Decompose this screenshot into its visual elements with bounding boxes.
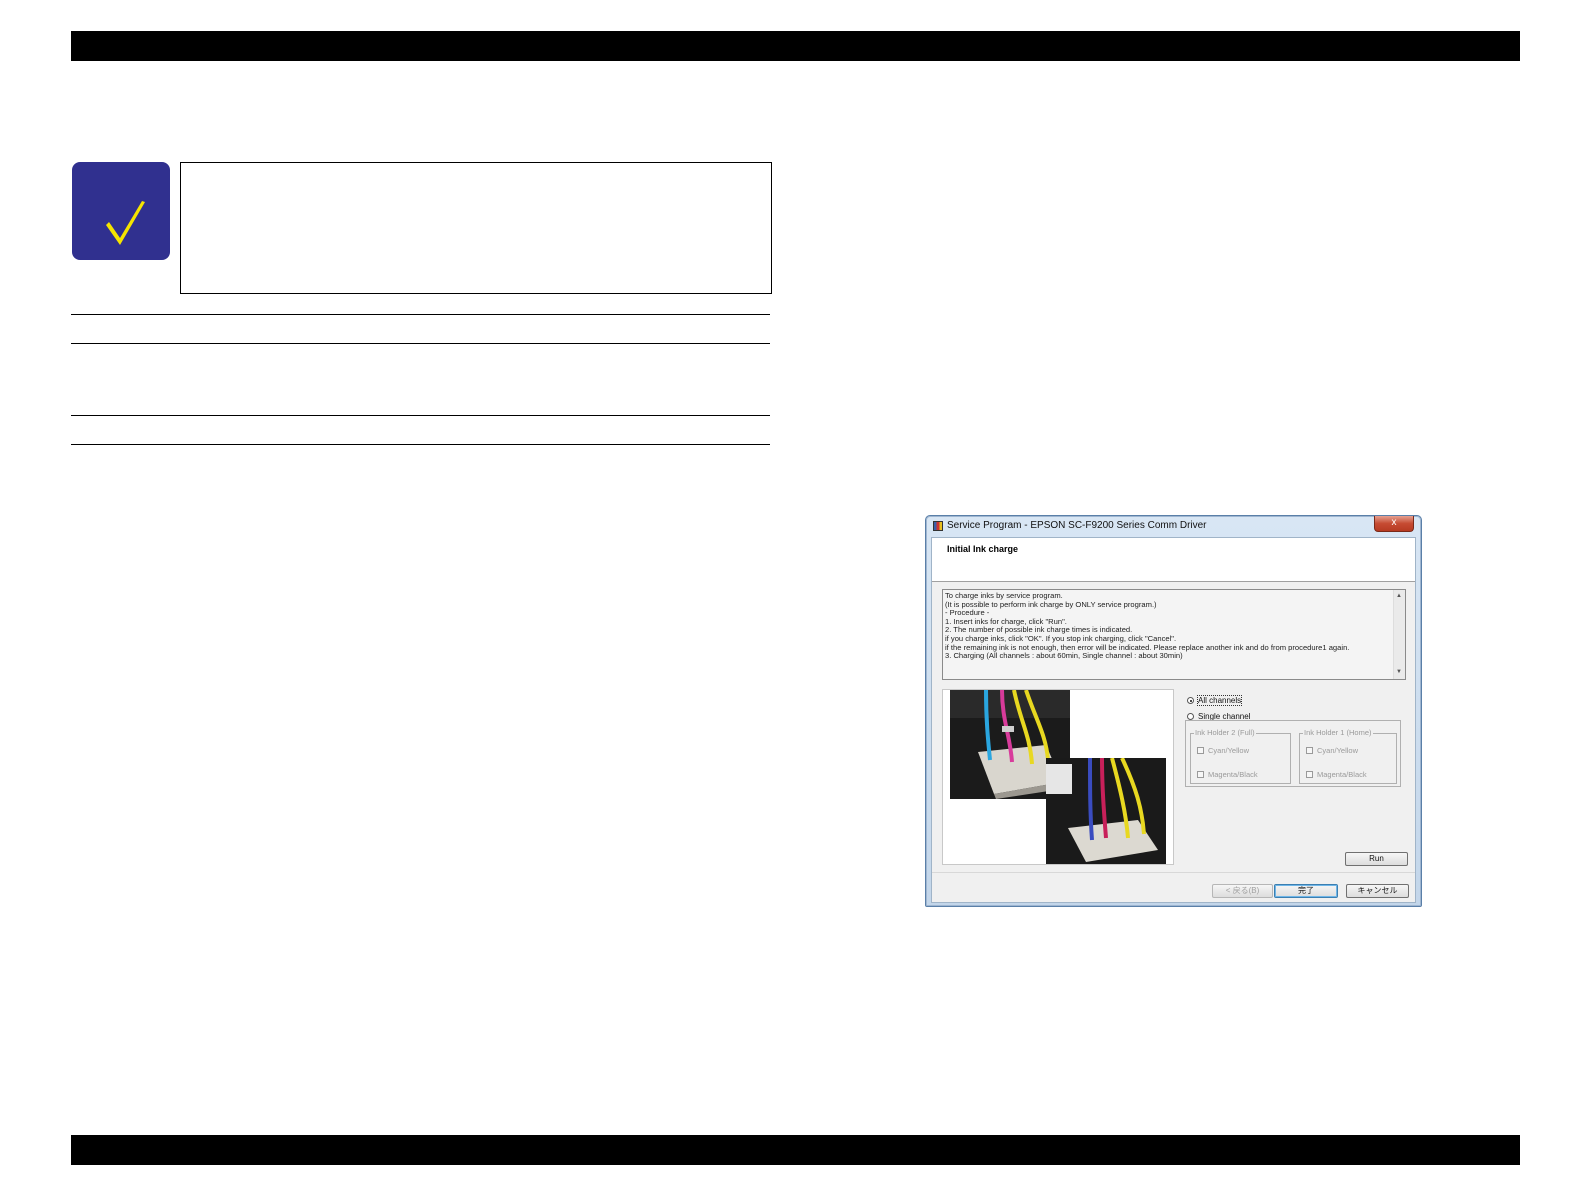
cyan-yellow-checkbox[interactable]: Cyan/Yellow — [1306, 746, 1358, 755]
all-channels-radio[interactable]: All channels — [1187, 695, 1243, 706]
cancel-button[interactable]: キャンセル — [1346, 884, 1409, 898]
footer-divider — [932, 872, 1415, 873]
header-panel: Initial Ink charge — [932, 538, 1415, 582]
checkbox-label: Cyan/Yellow — [1317, 746, 1358, 755]
all-channels-label: All channels — [1196, 695, 1243, 706]
instructions-textbox[interactable]: To charge inks by service program. (It i… — [942, 589, 1406, 680]
single-channel-group: Ink Holder 2 (Full) Cyan/Yellow Magenta/… — [1185, 720, 1401, 787]
page-title: Initial Ink charge — [947, 544, 1019, 554]
dialog-title: Service Program - EPSON SC-F9200 Series … — [947, 520, 1207, 531]
dialog-client: Initial Ink charge To charge inks by ser… — [931, 537, 1416, 903]
divider-line — [71, 343, 770, 344]
instruction-line: 3. Charging (All channels : about 60min,… — [945, 651, 1183, 661]
finish-button[interactable]: 完了 — [1274, 884, 1338, 898]
checkmark-icon — [72, 162, 170, 260]
cyan-yellow-checkbox[interactable]: Cyan/Yellow — [1197, 746, 1249, 755]
group-legend: Ink Holder 2 (Full) — [1194, 728, 1256, 737]
magenta-black-checkbox[interactable]: Magenta/Black — [1306, 770, 1367, 779]
run-button[interactable]: Run — [1345, 852, 1408, 866]
checkbox-label: Magenta/Black — [1317, 770, 1367, 779]
close-button[interactable]: x — [1374, 516, 1414, 532]
magenta-black-checkbox[interactable]: Magenta/Black — [1197, 770, 1258, 779]
checkbox-icon — [1197, 771, 1204, 778]
checkbox-icon — [1306, 747, 1313, 754]
checkbox-label: Magenta/Black — [1208, 770, 1258, 779]
instruction-line: (It is possible to perform ink charge by… — [945, 599, 1157, 609]
note-box — [180, 162, 772, 294]
vertical-scrollbar[interactable]: ▲ ▼ — [1393, 590, 1405, 679]
title-bar: Service Program - EPSON SC-F9200 Series … — [926, 516, 1421, 536]
printer-icon — [933, 521, 943, 531]
scroll-down-icon[interactable]: ▼ — [1396, 668, 1402, 677]
scroll-up-icon[interactable]: ▲ — [1396, 592, 1402, 601]
back-button[interactable]: < 戻る(B) — [1212, 884, 1273, 898]
divider-line — [71, 415, 770, 416]
radio-unselected-icon — [1187, 713, 1194, 720]
ink-holder-photo-right — [1046, 758, 1166, 864]
checkbox-icon — [1197, 747, 1204, 754]
divider-line — [71, 314, 770, 315]
header-bar — [71, 31, 1520, 61]
divider-line — [71, 444, 770, 445]
ink-holder-photos — [942, 689, 1174, 865]
service-program-dialog: Service Program - EPSON SC-F9200 Series … — [925, 515, 1422, 907]
footer-bar — [71, 1135, 1520, 1165]
ink-holder-2-group: Ink Holder 2 (Full) Cyan/Yellow Magenta/… — [1190, 728, 1291, 784]
checkbox-label: Cyan/Yellow — [1208, 746, 1249, 755]
ink-holder-1-group: Ink Holder 1 (Home) Cyan/Yellow Magenta/… — [1299, 728, 1397, 784]
checkbox-icon — [1306, 771, 1313, 778]
group-legend: Ink Holder 1 (Home) — [1303, 728, 1373, 737]
radio-selected-icon — [1187, 697, 1194, 704]
